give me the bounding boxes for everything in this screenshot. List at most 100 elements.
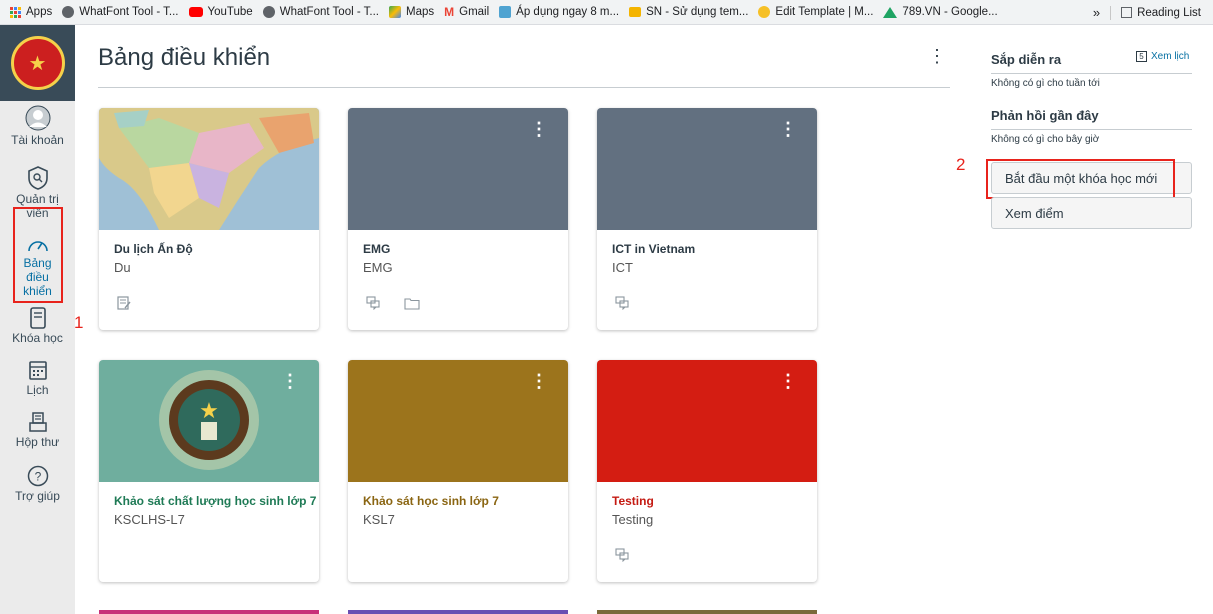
bookmark-whatfont-2[interactable]: WhatFont Tool - T... <box>262 6 380 18</box>
folder-icon <box>629 7 642 17</box>
shield-icon <box>27 166 48 190</box>
reading-list-icon <box>1121 7 1133 18</box>
upcoming-empty-text: Không có gì cho tuần tới <box>991 78 1100 89</box>
globe-icon <box>262 6 275 18</box>
logo-emblem-icon: ★ <box>10 36 65 90</box>
course-card-hero[interactable]: ★ ⋮ <box>99 360 319 482</box>
page-title: Bảng điều khiển <box>98 44 271 71</box>
course-card[interactable]: ⋮ EMG EMG <box>348 108 568 330</box>
annotation-box-start-course <box>986 159 1175 199</box>
school-logo[interactable]: ★ <box>0 25 75 101</box>
course-card-code: Du <box>114 260 131 275</box>
course-card-code: EMG <box>363 260 393 275</box>
bookmark-label: WhatFont Tool - T... <box>279 6 380 18</box>
course-card[interactable]: Du lịch Ấn Độ Du <box>99 108 319 330</box>
bookmark-label: Edit Template | M... <box>775 6 874 18</box>
bookmark-789vn[interactable]: 789.VN - Google... <box>883 6 998 18</box>
calendar-small-icon: 5 <box>1136 51 1147 62</box>
course-card[interactable]: ⋮ Khảo sát học sinh lớp 7 KSL7 <box>348 360 568 582</box>
card-options-kebab-icon[interactable]: ⋮ <box>530 120 548 138</box>
apps-grid-icon <box>10 6 21 18</box>
divider <box>98 87 950 88</box>
bookmark-apps[interactable]: Apps <box>10 6 52 18</box>
bookmark-ap-dung[interactable]: Áp dụng ngay 8 m... <box>499 6 619 18</box>
template-icon <box>758 6 771 18</box>
course-card-partial[interactable] <box>597 610 817 614</box>
course-card-name[interactable]: EMG <box>363 242 390 256</box>
drive-icon <box>883 6 898 18</box>
bookmark-label: Gmail <box>459 6 490 18</box>
course-card[interactable]: ★ ⋮ Khảo sát chất lượng học sinh lớp 7 K… <box>99 360 319 582</box>
global-nav: ★ Tài khoản Quản trị viên Bảng điều khiể… <box>0 25 75 614</box>
course-card-hero[interactable]: ⋮ <box>597 108 817 230</box>
feedback-empty-text: Không có gì cho bây giờ <box>991 134 1100 145</box>
course-card-hero[interactable]: ⋮ <box>348 360 568 482</box>
discussions-icon[interactable] <box>615 548 629 562</box>
maps-icon <box>389 6 402 18</box>
card-options-kebab-icon[interactable]: ⋮ <box>281 372 299 390</box>
course-card-partial[interactable] <box>348 610 568 614</box>
upcoming-heading: Sắp diễn ra <box>991 52 1062 67</box>
course-card-hero[interactable]: ⋮ <box>597 360 817 482</box>
bookmarks-overflow-button[interactable]: » <box>1093 5 1100 20</box>
bookmark-label: WhatFont Tool - T... <box>79 6 179 18</box>
course-card-partial[interactable] <box>99 610 319 614</box>
bookmark-label: 789.VN - Google... <box>902 6 998 18</box>
svg-text:?: ? <box>34 470 41 484</box>
bookmark-gmail[interactable]: M Gmail <box>444 5 489 19</box>
bookmark-label: Áp dụng ngay 8 m... <box>516 6 620 18</box>
help-circle-icon: ? <box>27 465 48 487</box>
bookmarks-bar: Apps WhatFont Tool - T... YouTube WhatFo… <box>0 0 1213 25</box>
youtube-icon <box>188 7 203 17</box>
bookmark-whatfont-1[interactable]: WhatFont Tool - T... <box>62 6 179 18</box>
card-options-kebab-icon[interactable]: ⋮ <box>779 120 797 138</box>
nav-courses[interactable]: Khóa học <box>0 307 75 345</box>
nav-account[interactable]: Tài khoản <box>0 105 75 147</box>
nav-courses-label: Khóa học <box>12 331 63 345</box>
nav-calendar[interactable]: Lịch <box>0 359 75 397</box>
view-calendar-link[interactable]: 5 Xem lịch <box>1136 51 1189 62</box>
files-folder-icon[interactable] <box>404 296 420 310</box>
card-options-kebab-icon[interactable]: ⋮ <box>530 372 548 390</box>
course-card-name[interactable]: Khảo sát chất lượng học sinh lớp 7 <box>114 494 316 508</box>
course-card[interactable]: ⋮ ICT in Vietnam ICT <box>597 108 817 330</box>
course-card-name[interactable]: Testing <box>612 494 654 508</box>
nav-calendar-label: Lịch <box>26 383 49 397</box>
avatar-icon <box>25 105 50 131</box>
annotation-number-1: 1 <box>74 313 84 332</box>
india-map-image <box>99 108 319 230</box>
course-card-name[interactable]: Khảo sát học sinh lớp 7 <box>363 494 499 508</box>
dashboard-options-kebab-icon[interactable]: ⋮ <box>928 46 946 67</box>
nav-inbox[interactable]: Hộp thư <box>0 411 75 449</box>
bookmark-label: Apps <box>26 6 53 18</box>
calendar-icon <box>28 361 47 380</box>
nav-help[interactable]: ? Trợ giúp <box>0 465 75 503</box>
nav-account-label: Tài khoản <box>11 133 64 147</box>
discussions-icon[interactable] <box>615 296 629 310</box>
annotation-box-dashboard <box>13 207 63 303</box>
bookmark-edit-template[interactable]: Edit Template | M... <box>758 6 873 18</box>
bookmark-label: Maps <box>406 6 435 18</box>
course-card-name[interactable]: Du lịch Ấn Độ <box>114 242 193 256</box>
bookmark-label: SN - Sử dụng tem... <box>646 6 749 18</box>
site-icon <box>499 6 512 18</box>
nav-inbox-label: Hộp thư <box>15 435 60 449</box>
bookmark-maps[interactable]: Maps <box>389 6 434 18</box>
divider <box>1110 5 1112 20</box>
view-calendar-label: Xem lịch <box>1151 51 1190 62</box>
annotation-number-2: 2 <box>956 155 966 174</box>
discussions-icon[interactable] <box>366 296 380 310</box>
view-grades-button[interactable]: Xem điểm <box>991 197 1192 229</box>
card-options-kebab-icon[interactable]: ⋮ <box>779 372 797 390</box>
course-card-hero-map[interactable] <box>99 108 319 230</box>
course-card-hero[interactable]: ⋮ <box>348 108 568 230</box>
divider <box>991 129 1192 130</box>
course-card-code: ICT <box>612 260 633 275</box>
course-card[interactable]: ⋮ Testing Testing <box>597 360 817 582</box>
course-card-name[interactable]: ICT in Vietnam <box>612 242 695 256</box>
bookmark-sn[interactable]: SN - Sử dụng tem... <box>629 6 748 18</box>
bookmark-youtube[interactable]: YouTube <box>188 6 253 18</box>
assignments-icon[interactable] <box>117 296 131 310</box>
reading-list-button[interactable]: Reading List <box>1121 7 1201 19</box>
inbox-icon <box>28 412 47 432</box>
